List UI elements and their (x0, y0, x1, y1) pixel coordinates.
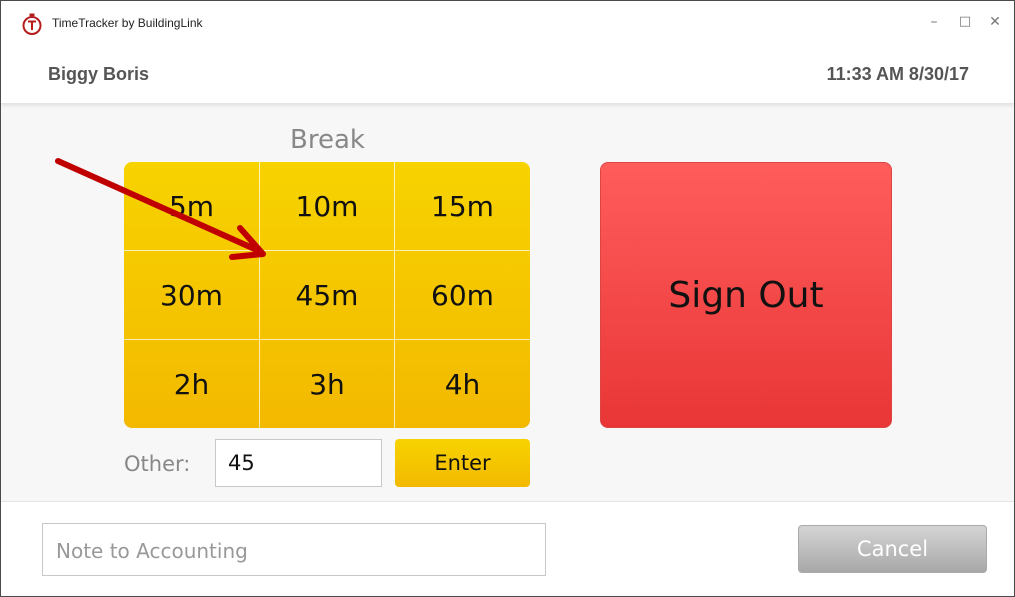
sign-out-button[interactable]: Sign Out (600, 162, 892, 428)
stopwatch-icon (22, 13, 42, 35)
break-option-3h[interactable]: 3h (260, 340, 395, 428)
note-placeholder: Note to Accounting (56, 539, 248, 563)
break-options-grid: 5m 10m 15m 30m 45m 60m 2h 3h 4h (124, 162, 530, 428)
user-name: Biggy Boris (48, 64, 150, 84)
break-option-60m[interactable]: 60m (395, 251, 530, 340)
break-option-2h[interactable]: 2h (124, 340, 260, 428)
break-label: Break (290, 125, 365, 155)
other-duration-input[interactable]: 45 (215, 439, 382, 487)
enter-button[interactable]: Enter (395, 439, 530, 487)
app-window: TimeTracker by BuildingLink – □ ✕ Biggy … (0, 0, 1015, 597)
window-title: TimeTracker by BuildingLink (52, 16, 203, 30)
break-option-15m[interactable]: 15m (395, 162, 530, 251)
current-datetime: 11:33 AM 8/30/17 (826, 64, 969, 84)
header-bar: Biggy Boris 11:33 AM 8/30/17 (1, 45, 1014, 104)
break-option-45m[interactable]: 45m (260, 251, 395, 340)
footer-bar: Note to Accounting Cancel (1, 501, 1014, 596)
break-option-5m[interactable]: 5m (124, 162, 260, 251)
break-option-10m[interactable]: 10m (260, 162, 395, 251)
minimize-button[interactable]: – (923, 11, 945, 33)
other-label: Other: (124, 452, 191, 476)
title-bar: TimeTracker by BuildingLink – □ ✕ (1, 1, 1014, 45)
maximize-button[interactable]: □ (954, 11, 976, 33)
break-option-4h[interactable]: 4h (395, 340, 530, 428)
note-to-accounting-input[interactable]: Note to Accounting (42, 523, 546, 576)
close-button[interactable]: ✕ (984, 11, 1006, 33)
break-option-30m[interactable]: 30m (124, 251, 260, 340)
cancel-button[interactable]: Cancel (798, 525, 987, 573)
